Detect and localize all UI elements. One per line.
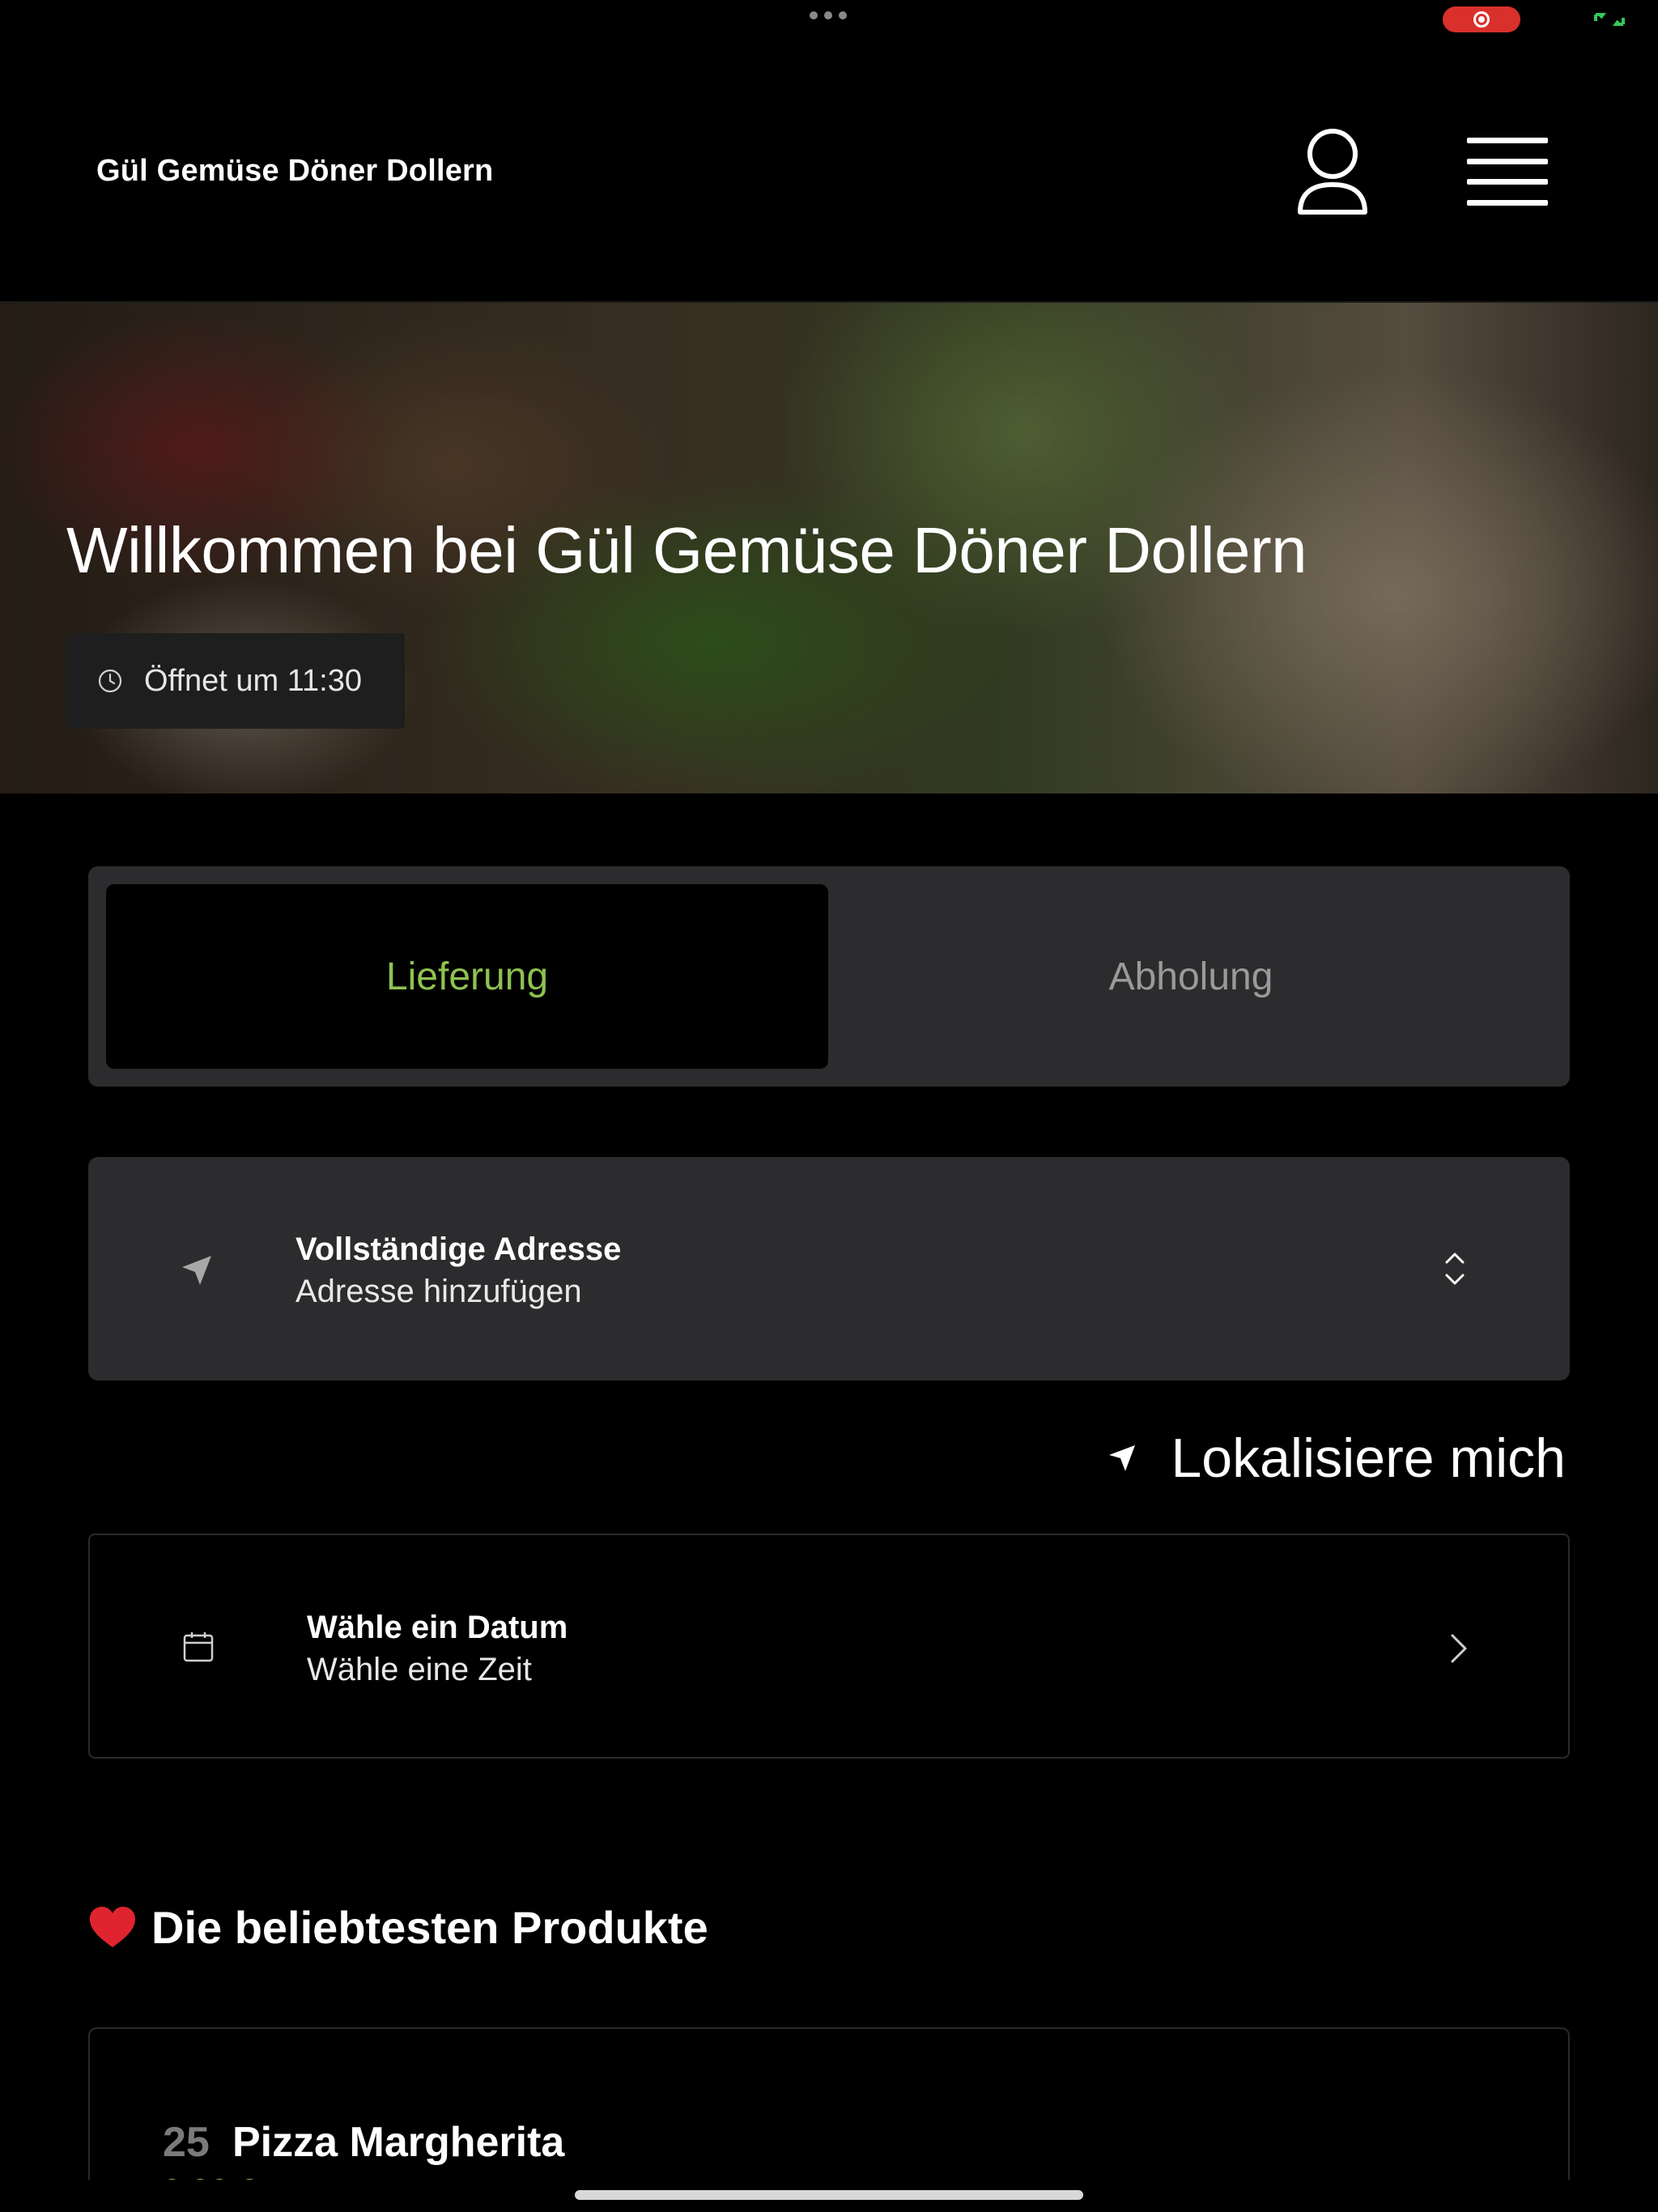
address-subtitle: Adresse hinzufügen	[295, 1274, 582, 1309]
tab-pickup[interactable]: Abholung	[830, 884, 1552, 1069]
opening-time-text: Öffnet um 11:30	[144, 663, 362, 698]
popular-products-heading: Die beliebtesten Produkte	[88, 1901, 708, 1954]
location-arrow-icon	[1109, 1445, 1136, 1471]
hero-title: Willkommen bei Gül Gemüse Döner Dollern	[66, 514, 1307, 586]
clock-icon	[98, 669, 122, 693]
calendar-icon	[183, 1632, 214, 1662]
product-number: 25	[163, 2119, 210, 2166]
chevron-right-icon	[1451, 1634, 1467, 1663]
tab-delivery[interactable]: Lieferung	[106, 884, 828, 1069]
order-mode-toggle: Lieferung Abholung	[88, 866, 1570, 1087]
chevron-up-down-icon	[1445, 1253, 1465, 1285]
heart-icon	[90, 1906, 135, 1947]
top-header: Gül Gemüse Döner Dollern	[0, 0, 1658, 303]
home-indicator[interactable]	[575, 2190, 1083, 2200]
hamburger-menu-icon[interactable]	[1467, 138, 1548, 206]
address-selector[interactable]: Vollständige Adresse Adresse hinzufügen	[88, 1157, 1570, 1380]
locate-me-label: Lokalisiere mich	[1171, 1427, 1566, 1489]
popular-heading-text: Die beliebtesten Produkte	[151, 1902, 708, 1953]
date-time-selector[interactable]: Wähle ein Datum Wähle eine Zeit	[88, 1534, 1570, 1759]
location-arrow-icon	[182, 1256, 211, 1285]
locate-me-button[interactable]: Lokalisiere mich	[1107, 1427, 1566, 1490]
opening-hours-badge: Öffnet um 11:30	[66, 633, 405, 729]
hero-banner: Willkommen bei Gül Gemüse Döner Dollern …	[0, 303, 1658, 793]
time-subtitle: Wähle eine Zeit	[307, 1652, 532, 1687]
app-screen: Gül Gemüse Döner Dollern Willkommen bei …	[0, 0, 1658, 2212]
brand-name[interactable]: Gül Gemüse Döner Dollern	[96, 154, 493, 189]
user-icon[interactable]	[1295, 126, 1370, 217]
product-name: Pizza Margherita	[232, 2119, 565, 2166]
date-title: Wähle ein Datum	[307, 1610, 568, 1645]
address-title: Vollständige Adresse	[295, 1231, 622, 1267]
